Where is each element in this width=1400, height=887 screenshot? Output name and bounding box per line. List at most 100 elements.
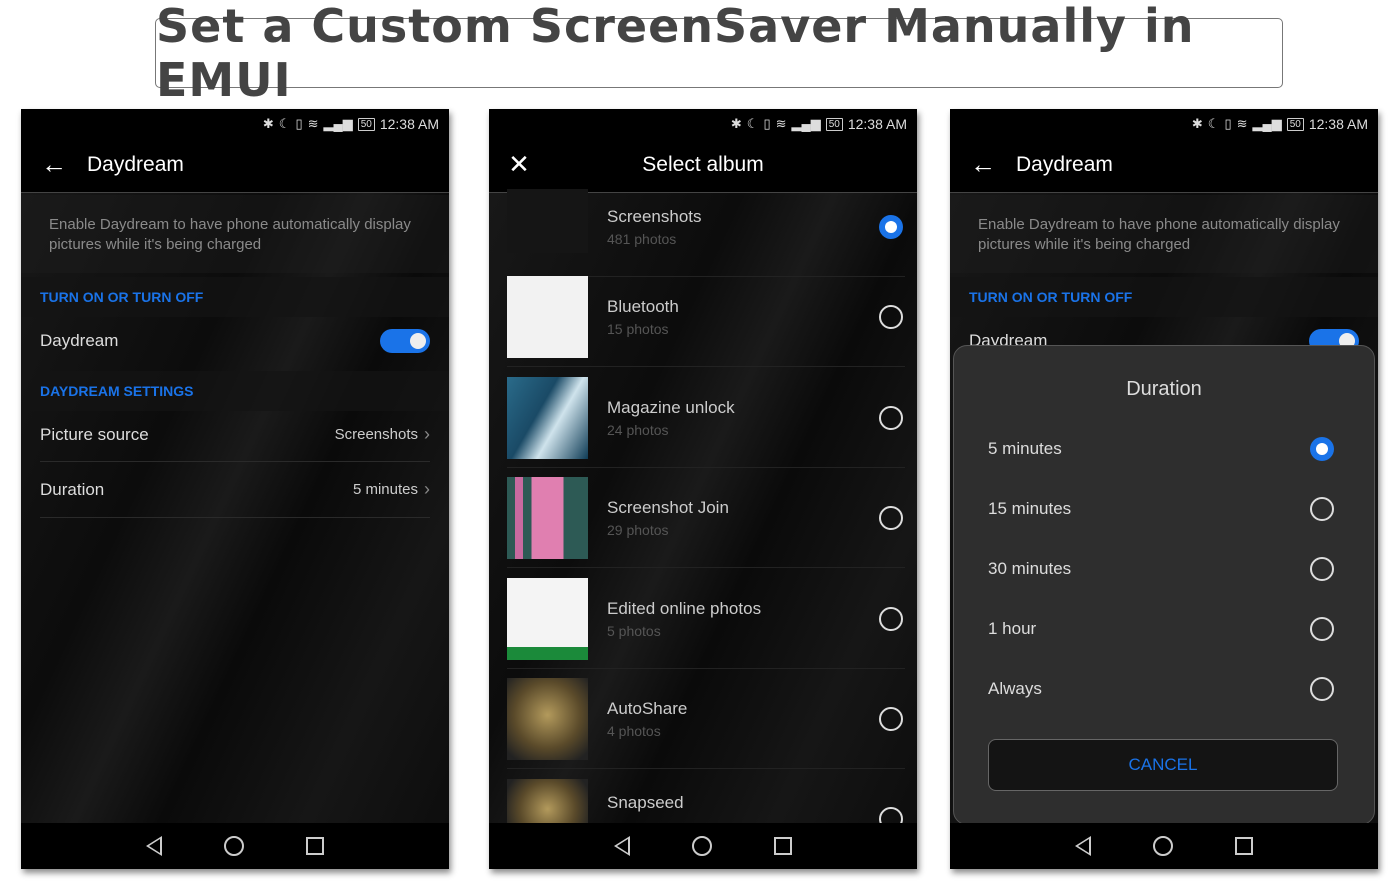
chevron-right-icon: › [424, 424, 430, 444]
title-banner: Set a Custom ScreenSaver Manually in EMU… [155, 0, 1283, 107]
nav-recents-icon[interactable] [774, 837, 792, 855]
album-count: 5 photos [607, 622, 661, 639]
duration-option[interactable]: 5 minutes [988, 429, 1336, 469]
radio-button[interactable] [1310, 677, 1334, 701]
album-count: 481 photos [607, 230, 677, 247]
radio-button[interactable] [879, 405, 903, 430]
nav-recents-icon[interactable] [1235, 837, 1253, 855]
album-item[interactable]: Edited online photos 5 photos [507, 569, 905, 669]
status-bar: ✱ ☾ ▯ ≋ ▂▄▆ 50 12:38 AM [731, 114, 907, 134]
radio-button[interactable] [1310, 617, 1334, 641]
picture-source-value: Screenshots [334, 426, 418, 443]
radio-button[interactable] [879, 505, 903, 530]
radio-button[interactable] [1310, 497, 1334, 521]
nav-bar [21, 823, 449, 869]
duration-option[interactable]: 1 hour [988, 609, 1336, 649]
daydream-toggle[interactable] [380, 328, 430, 353]
album-name: Edited online photos [607, 598, 762, 618]
battery-icon: 50 [357, 117, 375, 131]
nav-bar [950, 823, 1378, 869]
radio-button[interactable] [879, 304, 903, 329]
app-bar: ← Daydream [950, 137, 1378, 193]
signal-icon: ▂▄▆ [791, 116, 821, 131]
moon-icon: ☾ [746, 116, 759, 131]
signal-icon: ▂▄▆ [1252, 116, 1282, 131]
daydream-toggle-row[interactable]: Daydream [40, 313, 430, 368]
wifi-icon: ≋ [1236, 116, 1248, 131]
page-title: Daydream [1016, 152, 1113, 176]
wifi-icon: ≋ [775, 116, 787, 131]
status-bar: ✱ ☾ ▯ ≋ ▂▄▆ 50 12:38 AM [1192, 114, 1368, 134]
section-header-toggle: TURN ON OR TURN OFF [21, 277, 449, 317]
album-count: 15 photos [607, 320, 669, 337]
duration-option[interactable]: 30 minutes [988, 549, 1336, 589]
duration-label: Duration [40, 479, 105, 499]
back-arrow-icon[interactable]: ← [950, 149, 1016, 180]
radio-button[interactable] [879, 706, 903, 731]
album-name: Bluetooth [607, 296, 679, 316]
nav-home-icon[interactable] [1153, 836, 1173, 856]
moon-icon: ☾ [1207, 116, 1220, 131]
album-name: Screenshot Join [607, 497, 729, 517]
phone-screen-duration-dialog: ✱ ☾ ▯ ≋ ▂▄▆ 50 12:38 AM ← Daydream Enabl… [950, 109, 1378, 869]
option-label: 1 hour [988, 619, 1037, 638]
page-title: Select album [642, 152, 764, 176]
album-item[interactable]: Screenshots 481 photos [507, 177, 905, 277]
status-bar: ✱ ☾ ▯ ≋ ▂▄▆ 50 12:38 AM [263, 114, 439, 134]
radio-button[interactable] [879, 807, 903, 823]
album-thumbnail [507, 577, 588, 660]
bluetooth-icon: ✱ [1191, 116, 1203, 131]
radio-button[interactable] [1310, 557, 1334, 581]
bluetooth-icon: ✱ [262, 116, 274, 131]
nav-home-icon[interactable] [224, 836, 244, 856]
app-bar: ← Daydream [21, 137, 449, 193]
banner-title: Set a Custom ScreenSaver Manually in EMU… [156, 0, 1195, 107]
album-thumbnail [507, 188, 588, 253]
radio-selected[interactable] [1310, 437, 1334, 461]
dialog-title: Duration [1126, 378, 1202, 400]
moon-icon: ☾ [278, 116, 291, 131]
cancel-button[interactable]: CANCEL [988, 739, 1338, 791]
album-item[interactable]: Screenshot Join 29 photos [507, 468, 905, 568]
picture-source-row[interactable]: Picture source Screenshots › [40, 407, 430, 462]
album-item[interactable]: Bluetooth 15 photos [507, 267, 905, 367]
duration-option[interactable]: 15 minutes [988, 489, 1336, 529]
duration-dialog: Duration 5 minutes 15 minutes 30 minutes… [953, 345, 1375, 825]
nav-back-icon[interactable] [614, 836, 630, 856]
album-name: Snapseed [607, 793, 684, 812]
battery-icon: 50 [825, 117, 843, 131]
nav-back-icon[interactable] [1075, 836, 1091, 856]
nav-bar [489, 823, 917, 869]
option-label: 15 minutes [988, 499, 1072, 518]
battery-icon: 50 [1286, 117, 1304, 131]
radio-button[interactable] [879, 606, 903, 631]
divider [40, 517, 430, 518]
album-item[interactable]: Magazine unlock 24 photos [507, 368, 905, 468]
album-thumbnail [507, 779, 588, 823]
radio-selected[interactable] [879, 214, 903, 239]
nav-back-icon[interactable] [146, 836, 162, 856]
daydream-toggle-label: Daydream [40, 330, 119, 350]
section-header-settings: DAYDREAM SETTINGS [21, 371, 449, 411]
wifi-icon: ≋ [307, 116, 319, 131]
album-count: 29 photos [607, 521, 669, 538]
album-item[interactable]: Snapseed [507, 769, 905, 823]
nav-recents-icon[interactable] [306, 837, 324, 855]
duration-value: 5 minutes [352, 481, 418, 498]
duration-row[interactable]: Duration 5 minutes › [40, 462, 430, 517]
album-count: 24 photos [607, 421, 669, 438]
clock: 12:38 AM [379, 116, 439, 132]
album-name: Screenshots [607, 206, 702, 226]
album-name: Magazine unlock [607, 397, 735, 417]
section-header-toggle: TURN ON OR TURN OFF [950, 277, 1378, 317]
album-item[interactable]: AutoShare 4 photos [507, 669, 905, 769]
album-thumbnail [507, 376, 588, 459]
album-name: AutoShare [607, 698, 688, 718]
clock: 12:38 AM [847, 116, 907, 132]
back-arrow-icon[interactable]: ← [21, 149, 87, 180]
nav-home-icon[interactable] [692, 836, 712, 856]
phone-screen-daydream: ✱ ☾ ▯ ≋ ▂▄▆ 50 12:38 AM ← Daydream Enabl… [21, 109, 449, 869]
album-thumbnail [507, 476, 588, 559]
duration-option[interactable]: Always [988, 669, 1336, 709]
chevron-right-icon: › [424, 479, 430, 499]
